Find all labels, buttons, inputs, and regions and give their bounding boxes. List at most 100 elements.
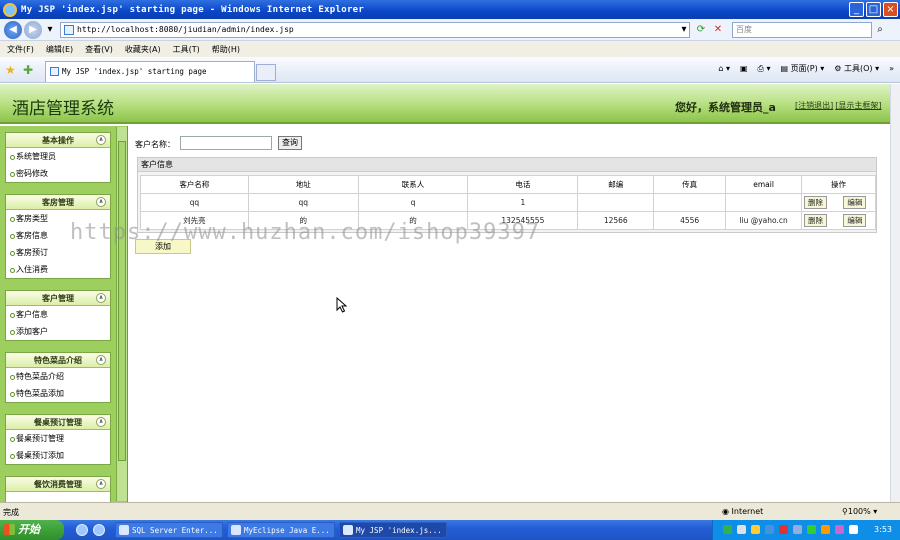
page-scrollbar[interactable]	[890, 84, 900, 502]
task-sql-server[interactable]: SQL Server Enter...	[115, 522, 223, 538]
main-frame-link[interactable]: [显示主框架]	[835, 100, 881, 111]
feeds-icon[interactable]: ▣	[740, 64, 748, 73]
cell-zip	[577, 193, 655, 212]
menu-favorites[interactable]: 收藏夹(A)	[125, 44, 161, 55]
edit-button[interactable]: 编辑	[843, 214, 867, 227]
menu-view[interactable]: 查看(V)	[85, 44, 113, 55]
sidebar-item-table-add[interactable]: 餐桌预订添加	[6, 447, 110, 464]
home-icon[interactable]: ⌂ ▾	[718, 64, 730, 73]
tray-icon[interactable]	[793, 525, 802, 534]
group-title: 客房管理	[42, 198, 74, 207]
url-input[interactable]: http://localhost:8080/jiudian/admin/inde…	[60, 22, 690, 38]
tray-icon[interactable]	[723, 525, 732, 534]
tray-icon[interactable]	[807, 525, 816, 534]
new-tab-button[interactable]	[256, 64, 276, 81]
sidebar-item-room-types[interactable]: 客房类型	[6, 210, 110, 227]
quicklaunch-ie-icon[interactable]	[93, 524, 105, 536]
logout-link[interactable]: [注销退出]	[795, 100, 833, 111]
cell-contact: q	[357, 193, 469, 212]
cell-email	[725, 193, 803, 212]
sidebar-item-customer-info[interactable]: 客户信息	[6, 306, 110, 323]
cell-email: liu @yaho.cn	[725, 211, 803, 230]
tray-icon[interactable]	[835, 525, 844, 534]
address-bar: ◀ ▶ ▾ http://localhost:8080/jiudian/admi…	[0, 19, 900, 41]
sidebar-item-checkin[interactable]: 入住消费	[6, 261, 110, 278]
cell-actions: 删除 编辑	[801, 193, 876, 212]
collapse-icon[interactable]: ∧	[96, 417, 106, 427]
tray-icon[interactable]	[821, 525, 830, 534]
tab-current[interactable]: My JSP 'index.jsp' starting page	[45, 61, 255, 82]
group-title: 基本操作	[42, 136, 74, 145]
sidebar-group-tables: 餐桌预订管理 ∧ 餐桌预订管理 餐桌预订添加	[5, 414, 111, 465]
delete-button[interactable]: 删除	[804, 196, 828, 209]
customer-table: 客户名称 地址 联系人 电话 邮编 传真 email 操作 qq qq q 1 …	[140, 175, 876, 230]
tray-icon[interactable]	[737, 525, 746, 534]
group-title: 特色菜品介绍	[34, 356, 82, 365]
sidebar-scroll-thumb[interactable]	[118, 141, 126, 461]
ie-icon	[343, 525, 353, 535]
col-actions: 操作	[801, 175, 876, 194]
back-button[interactable]: ◀	[4, 21, 22, 39]
sidebar-item-admin[interactable]: 系统管理员	[6, 148, 110, 165]
query-button[interactable]: 查询	[278, 136, 302, 150]
window-title-bar[interactable]: My JSP 'index.jsp' starting page - Windo…	[0, 0, 900, 19]
tray-icon[interactable]	[751, 525, 760, 534]
close-button[interactable]: ×	[883, 2, 898, 17]
minimize-button[interactable]: _	[849, 2, 864, 17]
group-title: 餐饮消费管理	[34, 480, 82, 489]
speaker-icon[interactable]	[849, 525, 858, 534]
task-myeclipse[interactable]: MyEclipse Java E...	[227, 522, 335, 538]
tray-icon[interactable]	[779, 525, 788, 534]
sidebar-group-rooms: 客房管理 ∧ 客房类型 客房信息 客房预订 入住消费	[5, 194, 111, 279]
add-button[interactable]: 添加	[135, 239, 191, 254]
menu-help[interactable]: 帮助(H)	[212, 44, 240, 55]
collapse-icon[interactable]: ∧	[96, 293, 106, 303]
sidebar: 基本操作 ∧ 系统管理员 密码修改 客房管理 ∧ 客房类型 客房信息 客房预订 入住…	[0, 126, 128, 502]
cell-address: qq	[247, 193, 359, 212]
sidebar-item-room-booking[interactable]: 客房预订	[6, 244, 110, 261]
refresh-icon[interactable]: ⟳	[694, 22, 708, 37]
quicklaunch-desktop-icon[interactable]	[76, 524, 88, 536]
delete-button[interactable]: 删除	[804, 214, 828, 227]
stop-icon[interactable]: ✕	[711, 22, 725, 37]
menu-file[interactable]: 文件(F)	[7, 44, 34, 55]
maximize-button[interactable]: □	[866, 2, 881, 17]
page-viewport: 酒店管理系统 您好，系统管理员_a [注销退出] [显示主框架] 基本操作 ∧ 系…	[0, 84, 890, 502]
customer-name-input[interactable]	[180, 136, 272, 150]
address-dropdown-icon[interactable]: ▾	[677, 22, 691, 37]
sidebar-group-dishes: 特色菜品介绍 ∧ 特色菜品介绍 特色菜品添加	[5, 352, 111, 403]
page-icon	[50, 67, 59, 76]
search-icon[interactable]: ⌕	[873, 22, 887, 37]
customer-panel: 客户信息 客户名称 地址 联系人 电话 邮编 传真 email 操作 qq qq…	[137, 157, 877, 233]
col-fax: 传真	[653, 175, 727, 194]
edit-button[interactable]: 编辑	[843, 196, 867, 209]
sidebar-item-table-booking[interactable]: 餐桌预订管理	[6, 430, 110, 447]
collapse-icon[interactable]: ∧	[96, 135, 106, 145]
collapse-icon[interactable]: ∧	[96, 355, 106, 365]
customer-name-label: 客户名称：	[135, 140, 175, 149]
start-button[interactable]: 开始	[0, 520, 64, 540]
page-menu[interactable]: ▤ 页面(P) ▾	[781, 63, 825, 74]
collapse-icon[interactable]: ∧	[96, 197, 106, 207]
sidebar-item-add-customer[interactable]: 添加客户	[6, 323, 110, 340]
add-favorite-icon[interactable]: ✚	[23, 63, 33, 77]
menu-edit[interactable]: 编辑(E)	[46, 44, 73, 55]
sidebar-item-room-info[interactable]: 客房信息	[6, 227, 110, 244]
print-icon[interactable]: ⎙ ▾	[758, 64, 771, 74]
sidebar-scrollbar[interactable]	[116, 127, 127, 501]
history-dropdown-icon[interactable]: ▾	[43, 22, 57, 37]
menu-tools[interactable]: 工具(T)	[173, 44, 200, 55]
collapse-icon[interactable]: ∧	[96, 479, 106, 489]
tray-icon[interactable]	[765, 525, 774, 534]
cell-phone: 132545555	[467, 211, 579, 230]
favorites-star-icon[interactable]: ★	[5, 63, 16, 77]
sidebar-item-dish-intro[interactable]: 特色菜品介绍	[6, 368, 110, 385]
zoom-level[interactable]: ⚲100% ▾	[842, 507, 877, 516]
search-input[interactable]: 百度	[732, 22, 872, 38]
task-ie[interactable]: My JSP 'index.js...	[339, 522, 447, 538]
forward-button[interactable]: ▶	[24, 21, 42, 39]
sidebar-item-password[interactable]: 密码修改	[6, 165, 110, 182]
sidebar-item-dish-add[interactable]: 特色菜品添加	[6, 385, 110, 402]
tools-menu[interactable]: ⚙ 工具(O) ▾	[834, 63, 879, 74]
more-icon[interactable]: »	[889, 64, 894, 73]
